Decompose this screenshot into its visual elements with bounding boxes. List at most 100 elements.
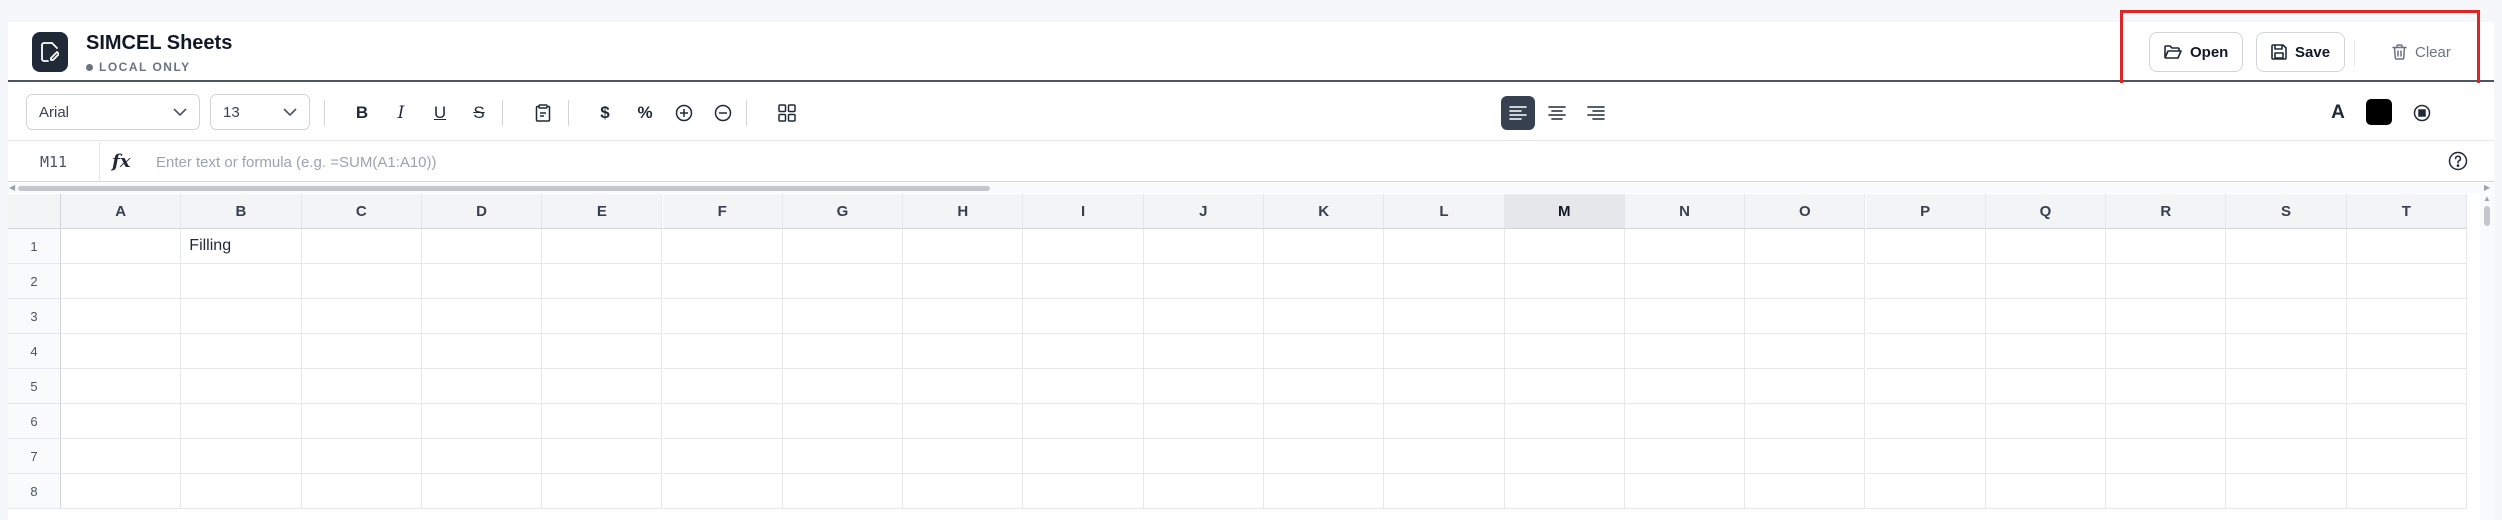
increase-decimal-button[interactable] [667,96,701,130]
column-header-q[interactable]: Q [1985,194,2107,229]
row-header-6[interactable]: 6 [8,404,61,439]
cell-h2[interactable] [903,264,1024,299]
cell-r3[interactable] [2106,299,2227,334]
vertical-scrollbar[interactable]: ▲ [2480,194,2494,520]
cell-p2[interactable] [1865,264,1986,299]
column-header-n[interactable]: N [1624,194,1746,229]
cell-t5[interactable] [2346,369,2467,404]
cell-o7[interactable] [1745,439,1866,474]
cell-l8[interactable] [1384,474,1505,509]
cell-a5[interactable] [61,369,182,404]
cell-f2[interactable] [662,264,783,299]
cell-n4[interactable] [1624,334,1746,369]
cell-f7[interactable] [662,439,783,474]
cell-b5[interactable] [181,369,302,404]
cell-t4[interactable] [2346,334,2467,369]
column-header-c[interactable]: C [301,194,422,229]
cell-c6[interactable] [301,404,422,439]
cell-c7[interactable] [301,439,422,474]
cell-o4[interactable] [1745,334,1866,369]
cell-i2[interactable] [1023,264,1144,299]
cell-p3[interactable] [1865,299,1986,334]
cell-l6[interactable] [1384,404,1505,439]
column-header-l[interactable]: L [1384,194,1505,229]
cell-i8[interactable] [1023,474,1144,509]
cell-n2[interactable] [1624,264,1746,299]
column-header-p[interactable]: P [1865,194,1986,229]
cell-a3[interactable] [61,299,182,334]
cell-o6[interactable] [1745,404,1866,439]
cell-d5[interactable] [421,369,543,404]
cell-g5[interactable] [782,369,904,404]
align-center-button[interactable] [1540,96,1574,130]
cell-d2[interactable] [421,264,543,299]
cell-g3[interactable] [782,299,904,334]
cell-h4[interactable] [903,334,1024,369]
cell-reference[interactable]: M11 [8,142,100,182]
cell-e1[interactable] [542,229,663,264]
cell-r1[interactable] [2106,229,2227,264]
cell-r4[interactable] [2106,334,2227,369]
fill-color-swatch[interactable] [2366,99,2392,125]
cell-h5[interactable] [903,369,1024,404]
cell-s8[interactable] [2226,474,2347,509]
column-header-k[interactable]: K [1264,194,1385,229]
cell-c4[interactable] [301,334,422,369]
cell-a2[interactable] [61,264,182,299]
cell-j2[interactable] [1143,264,1264,299]
cell-s7[interactable] [2226,439,2347,474]
cell-j5[interactable] [1143,369,1264,404]
cell-b8[interactable] [181,474,302,509]
cell-k4[interactable] [1264,334,1385,369]
decrease-decimal-button[interactable] [706,96,740,130]
scroll-left-icon[interactable]: ◀ [9,183,15,192]
cell-t2[interactable] [2346,264,2467,299]
cell-h8[interactable] [903,474,1024,509]
cell-e3[interactable] [542,299,663,334]
cell-h1[interactable] [903,229,1024,264]
cell-d8[interactable] [421,474,543,509]
font-size-select[interactable]: 13 [210,94,310,130]
cell-r7[interactable] [2106,439,2227,474]
cell-n8[interactable] [1624,474,1746,509]
column-header-g[interactable]: G [782,194,904,229]
scroll-right-icon[interactable]: ▶ [2484,183,2490,192]
column-header-f[interactable]: F [662,194,783,229]
column-header-j[interactable]: J [1143,194,1264,229]
column-header-a[interactable]: A [61,194,182,229]
vertical-scroll-thumb[interactable] [2484,206,2490,226]
cell-k5[interactable] [1264,369,1385,404]
column-header-r[interactable]: R [2106,194,2227,229]
cell-q1[interactable] [1985,229,2107,264]
cell-i1[interactable] [1023,229,1144,264]
cell-e8[interactable] [542,474,663,509]
cell-s4[interactable] [2226,334,2347,369]
cell-q5[interactable] [1985,369,2107,404]
cell-j7[interactable] [1143,439,1264,474]
cell-o2[interactable] [1745,264,1866,299]
column-header-b[interactable]: B [181,194,302,229]
cell-d7[interactable] [421,439,543,474]
align-right-button[interactable] [1579,96,1613,130]
cell-o1[interactable] [1745,229,1866,264]
percent-format-button[interactable]: % [628,96,662,130]
cell-j1[interactable] [1143,229,1264,264]
cell-t1[interactable] [2346,229,2467,264]
cell-k1[interactable] [1264,229,1385,264]
cell-k6[interactable] [1264,404,1385,439]
cell-s6[interactable] [2226,404,2347,439]
cell-j4[interactable] [1143,334,1264,369]
cell-r2[interactable] [2106,264,2227,299]
cell-n7[interactable] [1624,439,1746,474]
cell-l2[interactable] [1384,264,1505,299]
cell-n6[interactable] [1624,404,1746,439]
cell-f3[interactable] [662,299,783,334]
cell-k3[interactable] [1264,299,1385,334]
cell-m5[interactable] [1504,369,1625,404]
cell-f5[interactable] [662,369,783,404]
cell-g6[interactable] [782,404,904,439]
cell-l1[interactable] [1384,229,1505,264]
cell-g1[interactable] [782,229,904,264]
row-header-5[interactable]: 5 [8,369,61,404]
cell-n3[interactable] [1624,299,1746,334]
